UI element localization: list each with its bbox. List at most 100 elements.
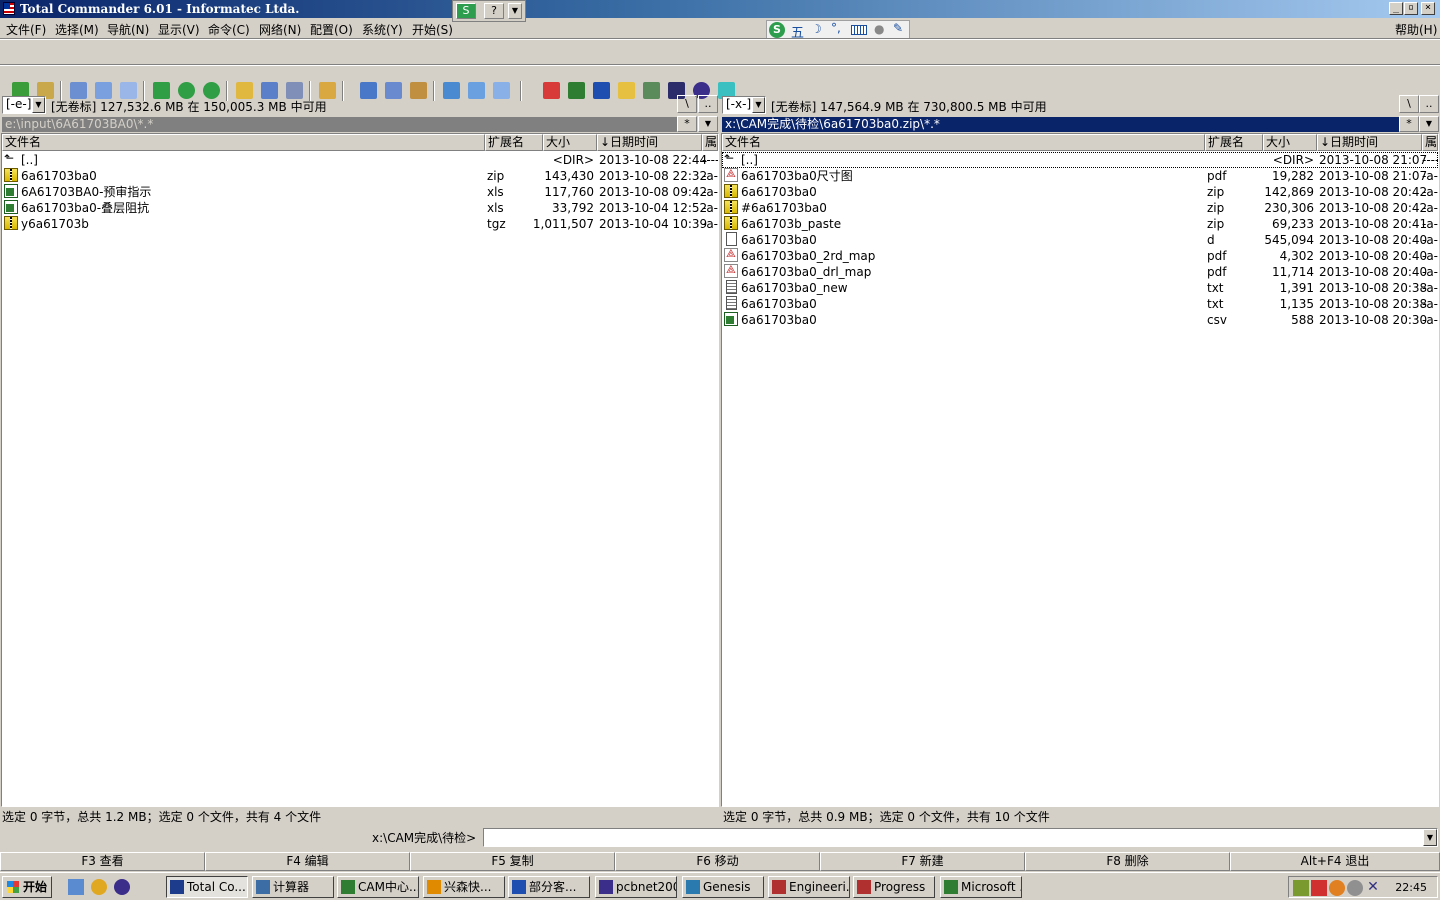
file-row[interactable]: 6a61703ba0_new txt 1,391 2013-10-08 20:38 -a… [722, 280, 1438, 296]
title-bar[interactable]: Total Commander 6.01 - Informatec Ltda. … [0, 0, 1440, 18]
sogou-s-icon[interactable]: S [456, 3, 476, 19]
left-history-button[interactable]: * [677, 116, 697, 132]
menu-start[interactable]: 开始(S) [412, 21, 453, 38]
file-date: 2013-10-08 20:41 [1319, 217, 1428, 231]
file-row[interactable]: 6a61703ba0_2rd_map pdf 4,302 2013-10-08 20:… [722, 246, 1438, 264]
right-file-panel[interactable]: 文件名 扩展名 大小 ↓日期时间 属 ⬑ [..] <DIR> 2013-10-08 … [721, 133, 1439, 807]
f4-edit-button[interactable]: F4 编辑 [205, 852, 410, 871]
left-file-panel[interactable]: 文件名 扩展名 大小 ↓日期时间 属 ⬑ [..] <DIR> 2013-10-08 … [1, 133, 719, 807]
sogou-logo-icon[interactable]: S [769, 22, 785, 38]
menu-network[interactable]: 网络(N) [259, 21, 301, 38]
chevron-down-icon[interactable]: ▼ [32, 97, 45, 113]
file-row[interactable]: 6a61703b_paste zip 69,233 2013-10-08 20:41-… [722, 216, 1438, 232]
taskbar-button[interactable]: 计算器 [252, 876, 334, 898]
taskbar-button[interactable]: Engineeri... [768, 876, 850, 898]
keyboard-icon[interactable] [851, 25, 867, 35]
command-line-input[interactable]: ▼ [483, 828, 1438, 847]
right-drive-combo[interactable]: [-x-] ▼ [722, 96, 766, 114]
menu-system[interactable]: 系统(Y) [362, 21, 403, 38]
file-row[interactable]: 6a61703ba0 zip 143,430 2013-10-08 22:32 -a- [2, 168, 718, 184]
right-col-ext[interactable]: 扩展名 [1205, 134, 1263, 151]
menu-select[interactable]: 选择(M) [55, 21, 99, 38]
chevron-down-icon[interactable]: ▼ [698, 116, 718, 132]
taskbar-button[interactable]: 兴森快... [423, 876, 505, 898]
right-root-button[interactable]: \ [1399, 95, 1419, 113]
file-ext: csv [1207, 313, 1227, 327]
left-col-ext[interactable]: 扩展名 [485, 134, 543, 151]
right-up-button[interactable]: .. [1419, 95, 1439, 113]
tray-monitor-icon[interactable] [1329, 880, 1345, 896]
right-col-attr[interactable]: 属 [1422, 134, 1438, 151]
task-app-icon [341, 880, 355, 894]
punctuation-icon[interactable]: °, [831, 21, 841, 35]
taskbar-button[interactable]: 部分客... [508, 876, 590, 898]
file-row[interactable]: 6a61703ba0 d 545,094 2013-10-08 20:40 -a- [722, 232, 1438, 248]
file-row[interactable]: y6a61703b tgz 1,011,507 2013-10-04 10:39 -a- [2, 216, 718, 232]
menu-help[interactable]: 帮助(H) [1395, 21, 1437, 38]
chevron-down-icon[interactable]: ▼ [752, 97, 765, 113]
chevron-down-icon[interactable]: ▼ [508, 3, 522, 19]
chevron-down-icon[interactable]: ▼ [1423, 829, 1437, 846]
wrench-icon[interactable]: ✎ [893, 21, 903, 35]
taskbar-button[interactable]: Total Co... [166, 876, 248, 898]
right-col-size[interactable]: 大小 [1263, 134, 1317, 151]
close-icon[interactable]: × [1421, 2, 1435, 15]
minimize-icon[interactable]: _ [1389, 2, 1403, 15]
file-row[interactable]: ⬑ [..] <DIR> 2013-10-08 22:44 ---- [2, 152, 718, 168]
start-button[interactable]: 开始 [2, 876, 52, 898]
file-row[interactable]: 6a61703ba0-叠层阻抗 xls 33,792 2013-10-04 12:52… [2, 200, 718, 216]
restore-icon[interactable]: ▫ [1404, 2, 1418, 15]
file-row[interactable]: 6a61703ba0 zip 142,869 2013-10-08 20:42 -a- [722, 184, 1438, 200]
menu-file[interactable]: 文件(F) [6, 21, 46, 38]
help-query-icon[interactable]: ? [484, 3, 504, 19]
file-row[interactable]: 6a61703ba0_drl_map pdf 11,714 2013-10-08 20… [722, 262, 1438, 280]
chevron-down-icon[interactable]: ▼ [1419, 116, 1439, 132]
left-col-attr[interactable]: 属 [702, 134, 718, 151]
file-row[interactable]: #6a61703ba0 zip 230,306 2013-10-08 20:42 -a- [722, 200, 1438, 216]
taskbar-button[interactable]: CAM中心... [337, 876, 419, 898]
left-col-size[interactable]: 大小 [543, 134, 597, 151]
right-col-date[interactable]: ↓日期时间 [1317, 134, 1422, 151]
menu-config[interactable]: 配置(O) [310, 21, 353, 38]
taskbar-button[interactable]: Progress [853, 876, 935, 898]
right-history-button[interactable]: * [1399, 116, 1419, 132]
taskbar-button[interactable]: Microsoft ... [940, 876, 1022, 898]
menu-command[interactable]: 命令(C) [208, 21, 250, 38]
menu-navigate[interactable]: 导航(N) [107, 21, 149, 38]
left-col-date[interactable]: ↓日期时间 [597, 134, 702, 151]
taskbar-button[interactable]: Genesis [682, 876, 764, 898]
user-icon[interactable]: ● [874, 22, 884, 36]
left-up-button[interactable]: .. [698, 95, 718, 113]
f6-move-button[interactable]: F6 移动 [615, 852, 820, 871]
right-path-bar[interactable]: x:\CAM完成\待检\6a61703ba0.zip\*.* [722, 117, 1399, 132]
tray-pen-icon[interactable] [1293, 880, 1309, 896]
tray-x-icon[interactable]: ✕ [1365, 880, 1381, 896]
file-row[interactable]: ⬑ [..] <DIR> 2013-10-08 21:07 ---- [722, 152, 1438, 168]
quicklaunch-desktop-icon[interactable] [68, 879, 84, 895]
taskbar-button[interactable]: pcbnet2002 [595, 876, 677, 898]
file-name: 6a61703ba0 [741, 233, 817, 247]
left-path-bar[interactable]: e:\input\6A61703BA0\*.* [2, 117, 677, 132]
quicklaunch-pcbnet-icon[interactable] [114, 879, 130, 895]
f5-copy-button[interactable]: F5 复制 [410, 852, 615, 871]
left-col-name[interactable]: 文件名 [2, 134, 485, 151]
menu-view[interactable]: 显示(V) [158, 21, 200, 38]
tray-clock-icon[interactable] [1347, 880, 1363, 896]
file-date: 2013-10-08 22:44 [599, 153, 708, 167]
app-icon[interactable] [3, 2, 15, 15]
file-ext: txt [1207, 297, 1224, 311]
file-row[interactable]: 6a61703ba0 txt 1,135 2013-10-08 20:38 -a- [722, 296, 1438, 312]
f3-view-button[interactable]: F3 查看 [0, 852, 205, 871]
file-row[interactable]: 6A61703BA0-预审指示 xls 117,760 2013-10-08 09:4… [2, 184, 718, 200]
moon-icon[interactable]: ☽ [811, 22, 822, 36]
f8-delete-button[interactable]: F8 删除 [1025, 852, 1230, 871]
quicklaunch-clock-icon[interactable] [91, 879, 107, 895]
tray-mark-icon[interactable] [1311, 880, 1327, 896]
alt-f4-exit-button[interactable]: Alt+F4 退出 [1230, 852, 1440, 871]
left-root-button[interactable]: \ [677, 95, 697, 113]
right-col-name[interactable]: 文件名 [722, 134, 1205, 151]
f7-newfolder-button[interactable]: F7 新建 [820, 852, 1025, 871]
file-row[interactable]: 6a61703ba0尺寸图 pdf 19,282 2013-10-08 21:07-a… [722, 166, 1438, 184]
file-row[interactable]: 6a61703ba0 csv 588 2013-10-08 20:30 -a- [722, 312, 1438, 328]
left-drive-combo[interactable]: [-e-] ▼ [2, 96, 46, 114]
